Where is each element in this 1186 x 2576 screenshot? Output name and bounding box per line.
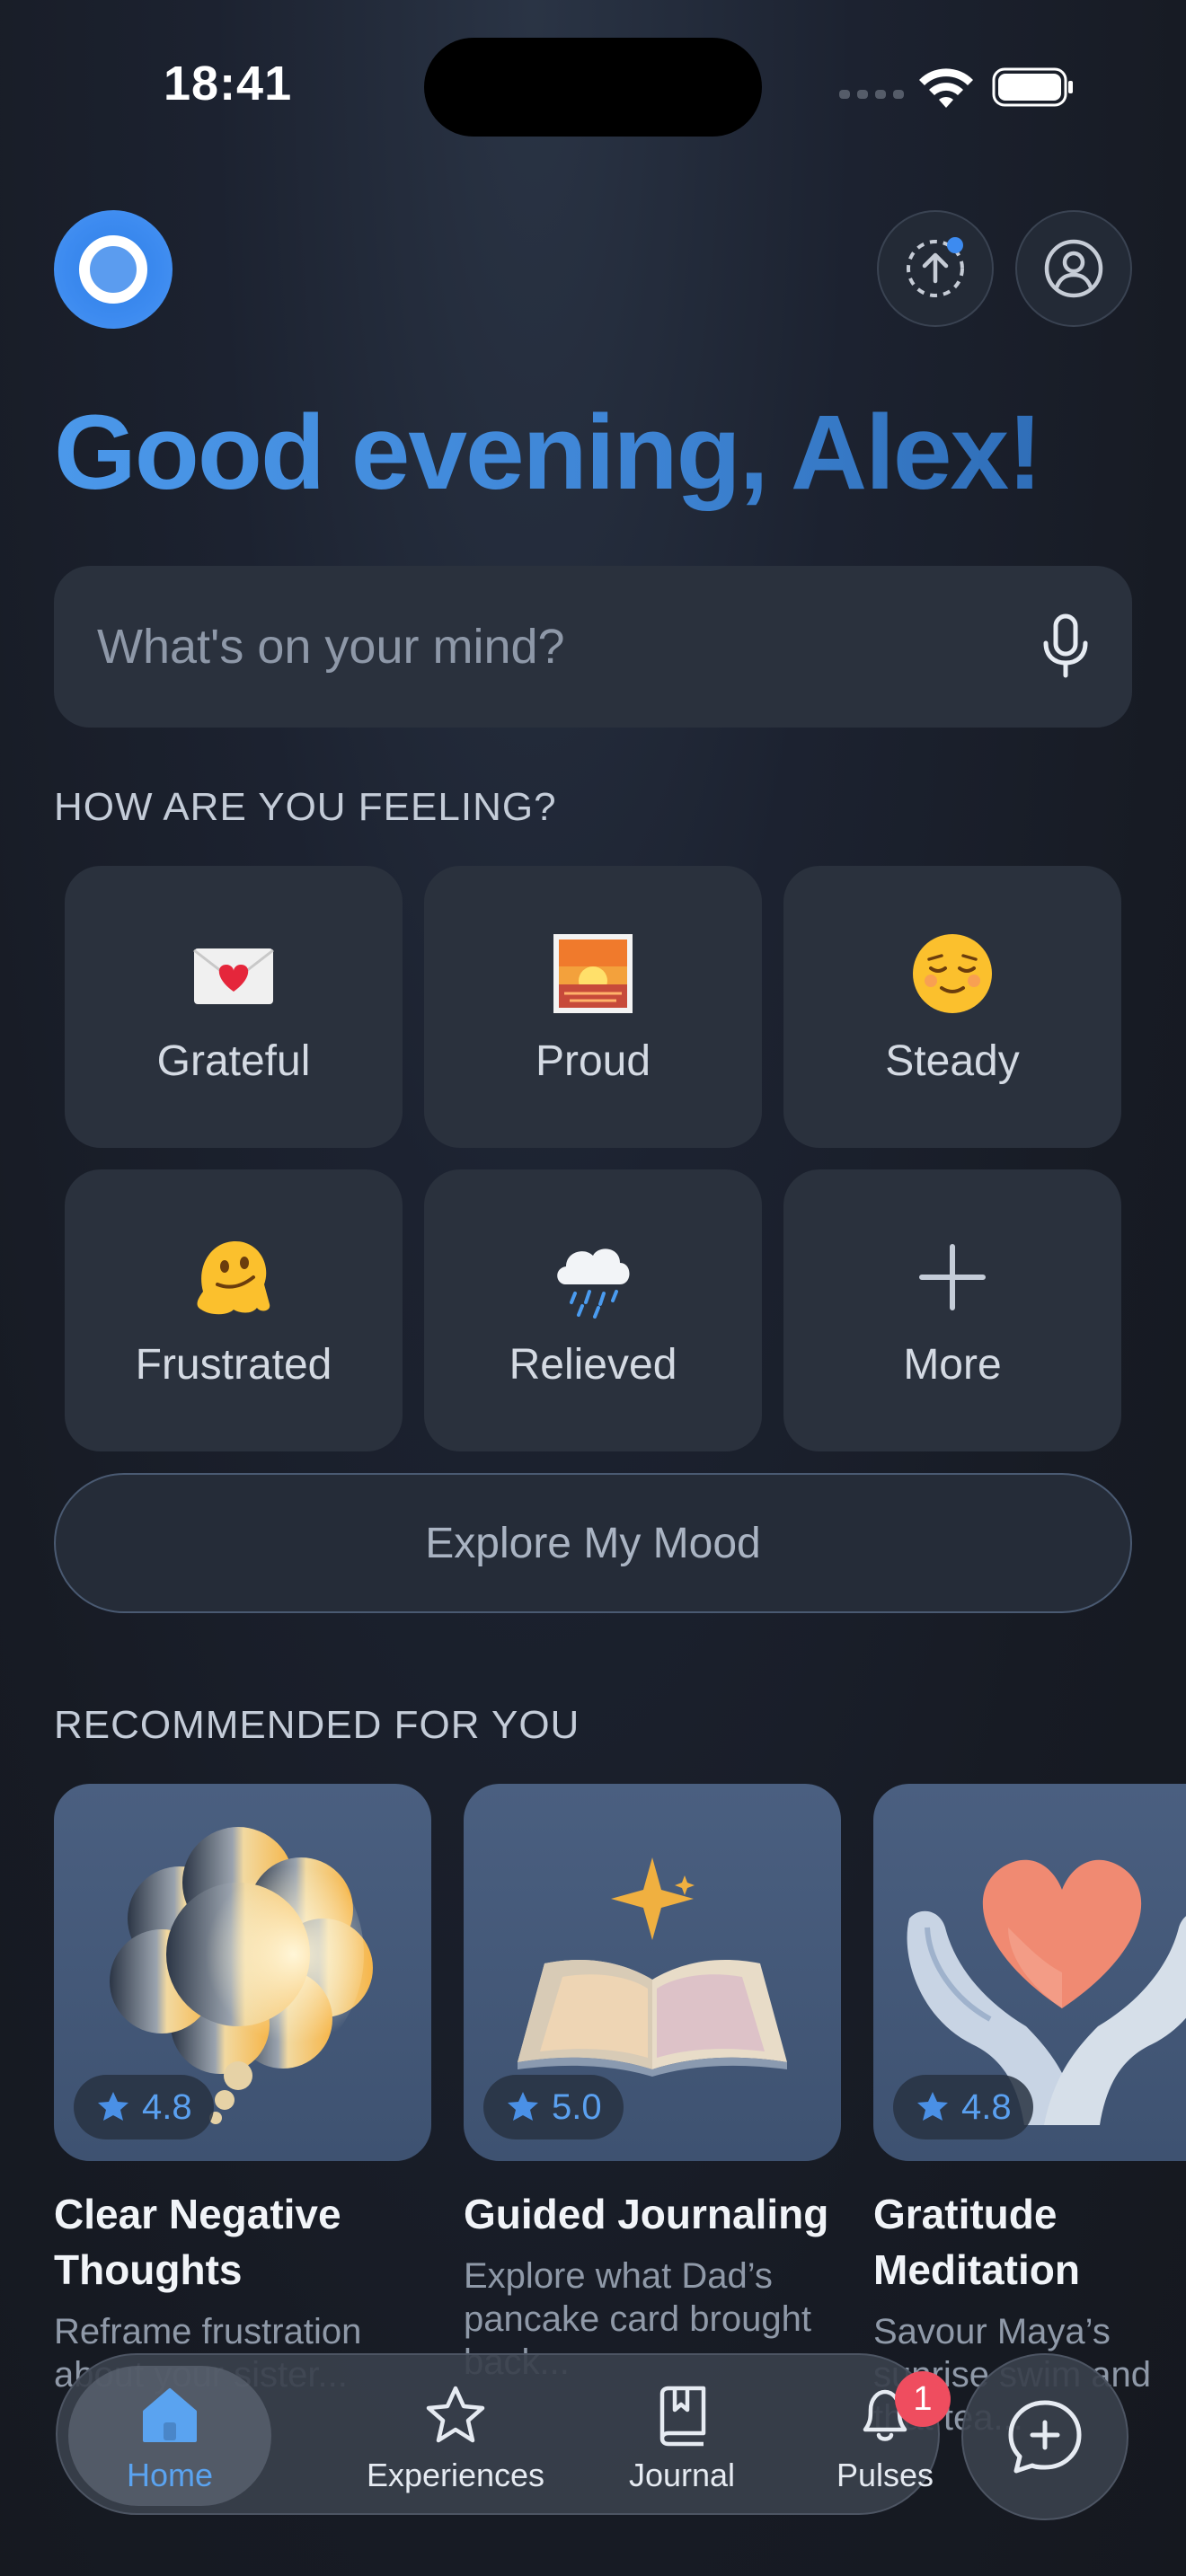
- thought-cloud-illustration: 4.8: [54, 1784, 431, 2161]
- tab-label: Home: [126, 2457, 214, 2493]
- mood-tile-frustrated[interactable]: Frustrated: [65, 1169, 403, 1451]
- hands-heart-illustration: 4.8: [873, 1784, 1186, 2161]
- greeting-title: Good evening, Alex!: [54, 393, 1042, 512]
- notification-badge: 1: [895, 2371, 951, 2427]
- chat-button[interactable]: [961, 2353, 1128, 2520]
- mood-grid: Grateful Proud Steady Frustrated Relieve…: [65, 866, 1121, 1451]
- tab-pulses[interactable]: Pulses 1: [782, 2355, 988, 2517]
- user-circle-icon: [1044, 239, 1103, 298]
- recommended-card-clear-negative-thoughts[interactable]: 4.8 Clear Negative Thoughts Reframe frus…: [54, 1784, 431, 2396]
- mood-label: Proud: [535, 1037, 651, 1085]
- tab-home[interactable]: Home: [68, 2366, 271, 2506]
- sunrise-icon: [548, 929, 638, 1019]
- card-title: Clear Negative Thoughts: [54, 2191, 341, 2293]
- mood-label: More: [903, 1341, 1002, 1389]
- tab-journal[interactable]: Journal: [579, 2355, 785, 2517]
- card-title: Guided Journaling: [464, 2191, 829, 2237]
- search-input[interactable]: [97, 619, 996, 675]
- recommended-card-guided-journaling[interactable]: 5.0 Guided Journaling Explore what Dad’s…: [464, 1784, 841, 2384]
- dynamic-island: [424, 38, 762, 137]
- mood-label: Grateful: [156, 1037, 311, 1085]
- rain-cloud-icon: [548, 1232, 638, 1322]
- rating-value: 5.0: [552, 2086, 602, 2127]
- tab-label: Pulses: [836, 2457, 934, 2493]
- rating-badge: 4.8: [74, 2075, 214, 2139]
- rating-value: 4.8: [142, 2086, 192, 2127]
- melting-face-icon: [189, 1232, 279, 1322]
- star-icon: [426, 2386, 485, 2443]
- upload-notification-dot: [947, 237, 963, 253]
- battery-icon: [992, 67, 1073, 107]
- tab-experiences[interactable]: Experiences: [352, 2355, 559, 2517]
- star-icon: [508, 2092, 538, 2121]
- star-icon: [98, 2092, 128, 2121]
- card-title: Gratitude Meditation: [873, 2191, 1080, 2293]
- profile-button[interactable]: [1015, 210, 1132, 327]
- recommended-section-label: RECOMMENDED FOR YOU: [54, 1703, 580, 1747]
- home-icon: [143, 2388, 197, 2442]
- mood-tile-relieved[interactable]: Relieved: [424, 1169, 762, 1451]
- rating-badge: 4.8: [893, 2075, 1033, 2139]
- mood-section-label: HOW ARE YOU FEELING?: [54, 785, 557, 829]
- relieved-face-icon: [907, 929, 997, 1019]
- search-box[interactable]: [54, 566, 1132, 728]
- chat-plus-icon: [1008, 2400, 1082, 2474]
- tab-label: Journal: [628, 2457, 736, 2493]
- mood-label: Relieved: [509, 1341, 677, 1389]
- mood-label: Frustrated: [135, 1341, 332, 1389]
- mood-tile-proud[interactable]: Proud: [424, 866, 762, 1148]
- recommended-card-gratitude-meditation[interactable]: 4.8 Gratitude Meditation Savour Maya’s s…: [873, 1784, 1186, 2439]
- app-logo-icon[interactable]: [54, 210, 173, 329]
- mood-tile-grateful[interactable]: Grateful: [65, 866, 403, 1148]
- rating-value: 4.8: [961, 2086, 1012, 2127]
- status-bar: 18:41: [0, 0, 1186, 180]
- star-icon: [917, 2092, 948, 2121]
- open-book-illustration: 5.0: [464, 1784, 841, 2161]
- status-time: 18:41: [164, 57, 293, 110]
- upload-button[interactable]: [877, 210, 994, 327]
- mood-tile-more[interactable]: More: [783, 1169, 1121, 1451]
- cellular-signal-icon: [839, 90, 904, 99]
- rating-badge: 5.0: [483, 2075, 624, 2139]
- mood-tile-steady[interactable]: Steady: [783, 866, 1121, 1148]
- journal-book-icon: [659, 2386, 706, 2447]
- love-letter-icon: [189, 929, 279, 1019]
- plus-icon: [907, 1232, 997, 1322]
- microphone-icon[interactable]: [1039, 613, 1093, 681]
- tab-label: Experiences: [366, 2457, 545, 2493]
- explore-mood-button[interactable]: Explore My Mood: [54, 1473, 1132, 1613]
- mood-label: Steady: [885, 1037, 1020, 1085]
- bottom-tab-bar: Home Experiences Journal Pulses 1: [56, 2353, 951, 2517]
- wifi-icon: [919, 68, 973, 108]
